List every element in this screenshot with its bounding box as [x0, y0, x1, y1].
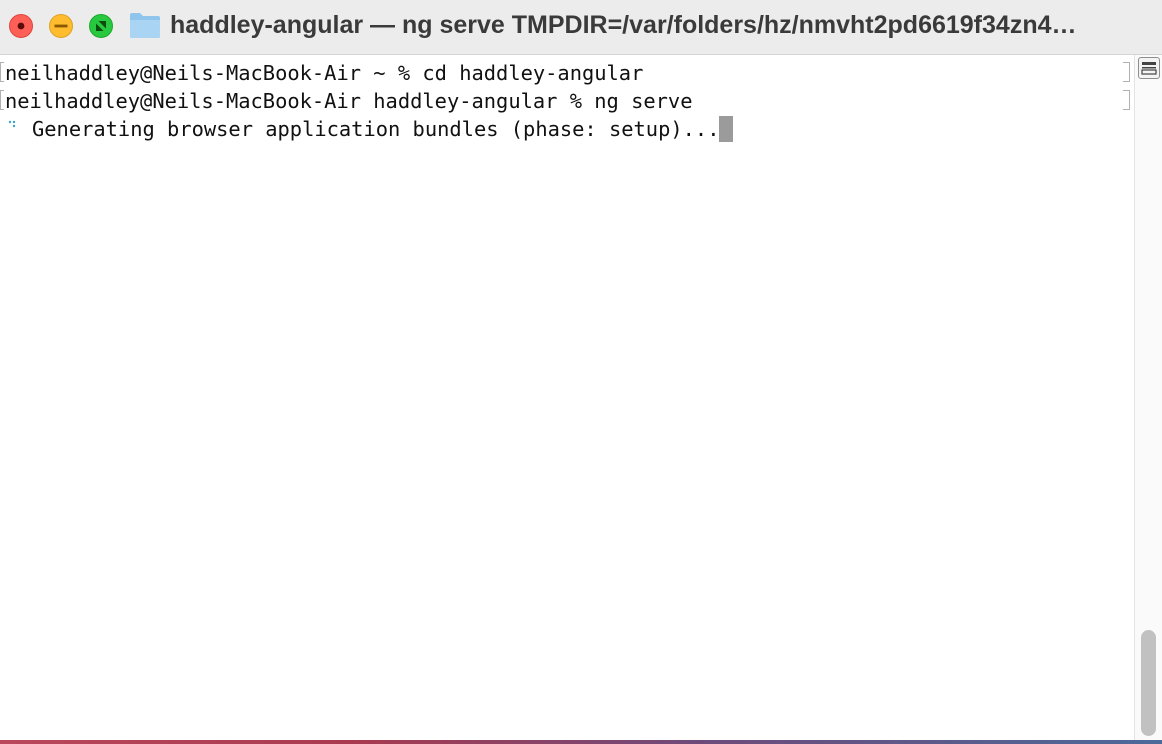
scrollbar-thumb[interactable] — [1141, 630, 1156, 736]
close-icon — [17, 22, 25, 30]
line-mark — [1123, 62, 1130, 82]
window-title: haddley-angular — ng serve TMPDIR=/var/f… — [170, 11, 1077, 39]
terminal-line: Generating browser application bundles (… — [5, 115, 734, 143]
terminal-line: neilhaddley@Neils-MacBook-Air haddley-an… — [5, 89, 693, 113]
title-bar[interactable]: haddley-angular — ng serve TMPDIR=/var/f… — [0, 0, 1162, 55]
prompt-mark — [0, 62, 4, 82]
split-pane-icon — [1141, 62, 1157, 75]
terminal-output[interactable]: neilhaddley@Neils-MacBook-Air ~ % cd had… — [0, 55, 1134, 744]
terminal-window: haddley-angular — ng serve TMPDIR=/var/f… — [0, 0, 1162, 744]
zoom-button[interactable] — [89, 14, 113, 38]
minimize-button[interactable] — [49, 14, 73, 38]
folder-icon — [130, 13, 160, 38]
minimize-icon — [54, 24, 68, 28]
status-message: Generating browser application bundles (… — [32, 117, 720, 141]
close-button[interactable] — [9, 14, 33, 38]
split-pane-button[interactable] — [1138, 57, 1160, 79]
text-cursor — [719, 116, 734, 142]
desktop-edge — [0, 740, 1162, 744]
prompt-mark — [0, 90, 4, 110]
fullscreen-icon — [96, 21, 106, 31]
line-mark — [1123, 90, 1130, 110]
terminal-line: neilhaddley@Neils-MacBook-Air ~ % cd had… — [5, 61, 644, 85]
